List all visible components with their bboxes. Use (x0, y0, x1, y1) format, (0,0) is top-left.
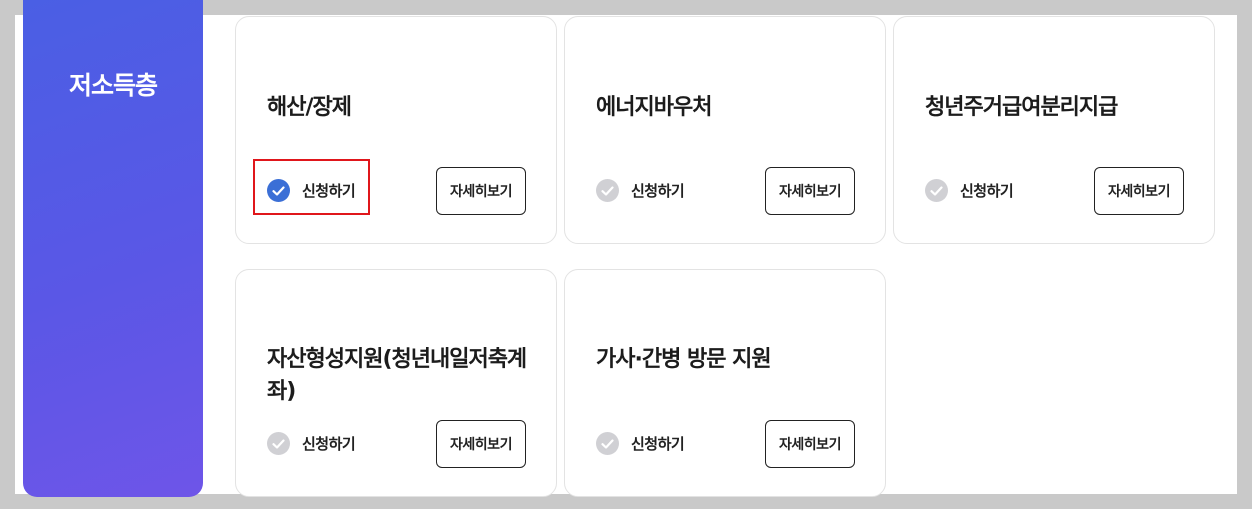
card-title: 해산/장제 (267, 95, 352, 120)
check-icon (267, 432, 290, 455)
apply-label: 신청하기 (631, 435, 685, 453)
check-icon (596, 179, 619, 202)
detail-button[interactable]: 자세히보기 (765, 420, 855, 468)
detail-button[interactable]: 자세히보기 (436, 420, 526, 468)
check-icon (596, 432, 619, 455)
card-title: 에너지바우처 (596, 95, 712, 120)
detail-button[interactable]: 자세히보기 (765, 167, 855, 215)
card-title: 가사·간병 방문 지원 (596, 347, 772, 372)
check-icon (925, 179, 948, 202)
service-card: 에너지바우처 신청하기 자세히보기 (564, 16, 886, 244)
apply-checkbox[interactable]: 신청하기 (925, 179, 1014, 202)
apply-label: 신청하기 (631, 182, 685, 200)
apply-checkbox[interactable]: 신청하기 (596, 179, 685, 202)
detail-button[interactable]: 자세히보기 (1094, 167, 1184, 215)
apply-checkbox[interactable]: 신청하기 (596, 432, 685, 455)
card-title: 자산형성지원(청년내일저축계좌) (267, 347, 527, 404)
apply-label: 신청하기 (960, 182, 1014, 200)
category-sidebar: 저소득층 (23, 0, 203, 497)
service-card: 자산형성지원(청년내일저축계좌) 신청하기 자세히보기 (235, 269, 557, 497)
apply-checkbox[interactable]: 신청하기 (267, 432, 356, 455)
service-card: 가사·간병 방문 지원 신청하기 자세히보기 (564, 269, 886, 497)
card-title: 청년주거급여분리지급 (925, 95, 1118, 120)
detail-button[interactable]: 자세히보기 (436, 167, 526, 215)
highlight-box (253, 159, 370, 215)
category-title: 저소득층 (68, 71, 158, 100)
apply-label: 신청하기 (302, 435, 356, 453)
service-card: 청년주거급여분리지급 신청하기 자세히보기 (893, 16, 1215, 244)
